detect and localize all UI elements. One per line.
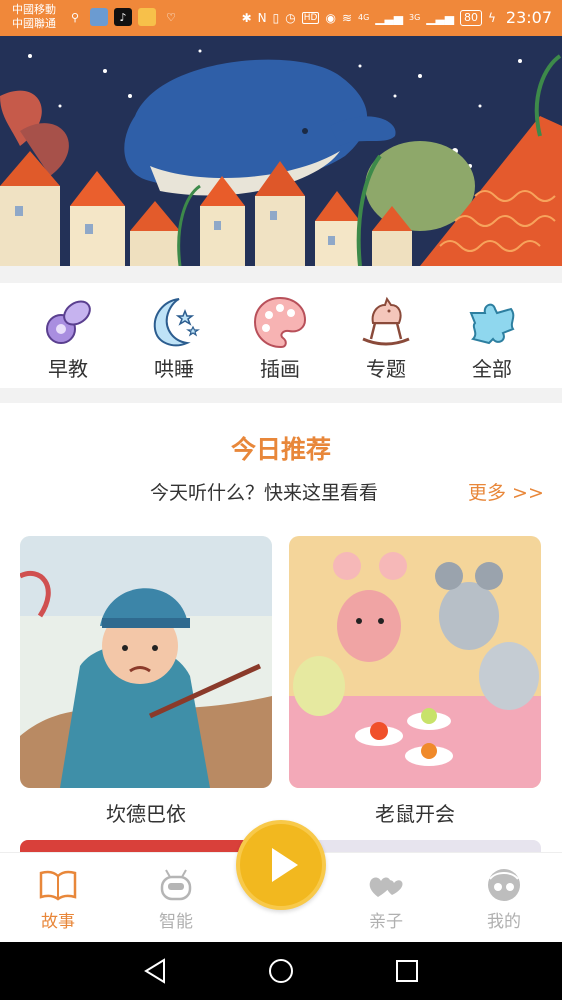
alarm-icon: ◷: [285, 10, 296, 25]
category-label: 插画: [260, 357, 300, 381]
gallery-icon: [138, 8, 156, 26]
charging-icon: ϟ: [487, 10, 496, 25]
status-icons: ✱ N ▯ ◷ HD ◉ ≋ 4G ▁▃▅ 3G ▁▃▅ 80 ϟ 23:07: [242, 8, 552, 27]
puzzle-icon: [469, 303, 515, 345]
story-cover-image: [20, 536, 272, 788]
signal-2-icon: ▁▃▅: [426, 10, 454, 25]
category-label: 专题: [366, 357, 406, 381]
story-cover-image: [289, 536, 541, 788]
status-bar: 中國移動 中國聯通 ⚲ ♪ ♡ ✱ N ▯ ◷ HD ◉ ≋ 4G ▁▃▅ 3G…: [0, 0, 562, 36]
carrier-1: 中國移動: [12, 3, 56, 16]
wifi-icon: ≋: [341, 10, 352, 25]
nfc-icon: N: [257, 10, 267, 25]
nav-tab-story[interactable]: 故事: [18, 867, 98, 932]
section-divider: [0, 266, 562, 283]
banner-carousel[interactable]: [0, 36, 562, 266]
nav-tab-me[interactable]: 我的: [464, 867, 544, 932]
nav-label: 我的: [487, 912, 521, 932]
category-label: 哄睡: [154, 357, 194, 381]
category-all[interactable]: 全部: [444, 293, 540, 382]
play-button[interactable]: [236, 820, 326, 910]
nav-label: 智能: [159, 912, 193, 932]
nav-label: 亲子: [369, 912, 403, 932]
clock: 23:07: [505, 8, 552, 27]
story-card[interactable]: 坎德巴依: [20, 536, 272, 827]
hearts-icon: [369, 877, 403, 897]
health-icon: ♡: [166, 10, 176, 24]
eye-icon: ◉: [325, 10, 336, 25]
category-label: 早教: [48, 357, 88, 381]
category-menu: 早教 哄睡 插画 专题 全部: [0, 283, 562, 388]
story-title: 坎德巴依: [106, 802, 186, 826]
usb-icon: ⚲: [70, 10, 80, 24]
play-icon: [272, 848, 298, 882]
robot-icon: [160, 869, 192, 901]
recents-icon[interactable]: [392, 956, 422, 986]
system-navigation-bar: [0, 942, 562, 1000]
section-divider: [0, 388, 562, 403]
category-sleep[interactable]: 哄睡: [126, 293, 222, 382]
category-label: 全部: [472, 357, 512, 381]
nav-tab-smart[interactable]: 智能: [136, 867, 216, 932]
banner-illustration: [0, 36, 562, 266]
back-icon[interactable]: [140, 956, 170, 986]
more-link[interactable]: 更多 >>: [468, 478, 544, 505]
home-icon[interactable]: [266, 956, 296, 986]
category-topics[interactable]: 专题: [338, 293, 434, 382]
moon-stars-icon: [153, 298, 200, 347]
notification-icons: ⚲ ♪ ♡: [66, 8, 180, 26]
profile-icon: [488, 869, 520, 901]
section-subtitle: 今天听什么？快来这里看看: [150, 482, 379, 504]
nav-tab-parenting[interactable]: 亲子: [346, 867, 426, 932]
network-1-label: 4G: [358, 13, 370, 22]
carrier-2: 中國聯通: [12, 17, 56, 30]
hd-icon: HD: [301, 11, 320, 24]
signal-1-icon: ▁▃▅: [375, 10, 403, 25]
app-notification-icon: [90, 8, 108, 26]
category-early-education[interactable]: 早教: [20, 293, 116, 382]
tiktok-icon: ♪: [114, 8, 132, 26]
vibrate-icon: ▯: [272, 10, 280, 25]
battery-indicator: 80: [459, 9, 482, 26]
network-2-label: 3G: [408, 13, 421, 22]
story-title: 老鼠开会: [375, 802, 455, 826]
section-title: 今日推荐: [230, 435, 331, 464]
carrier-info: 中國移動 中國聯通: [12, 3, 56, 31]
nav-label: 故事: [41, 912, 75, 932]
rocking-horse-icon: [362, 296, 410, 346]
palette-icon: [253, 296, 307, 349]
bluetooth-icon: ✱: [241, 10, 252, 25]
book-icon: [39, 870, 77, 901]
pacifier-icon: [46, 300, 91, 344]
story-card[interactable]: 老鼠开会: [289, 536, 541, 827]
category-illustration[interactable]: 插画: [232, 293, 328, 382]
